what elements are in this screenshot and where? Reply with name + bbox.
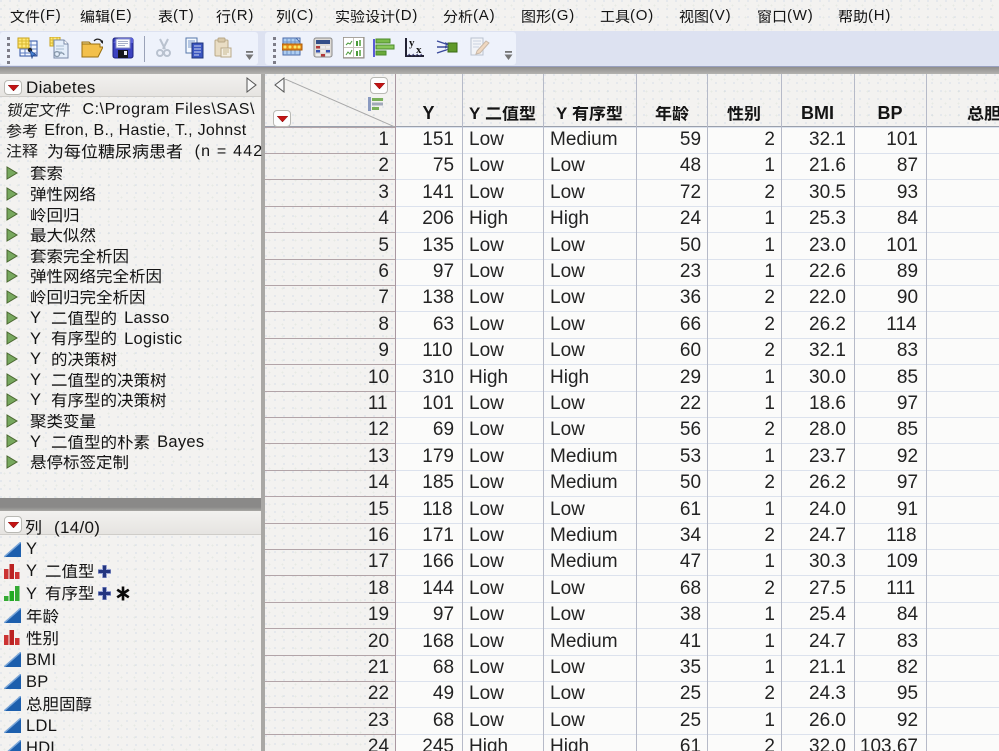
- svg-text:x: x: [416, 44, 422, 56]
- svg-text:y: y: [409, 37, 415, 49]
